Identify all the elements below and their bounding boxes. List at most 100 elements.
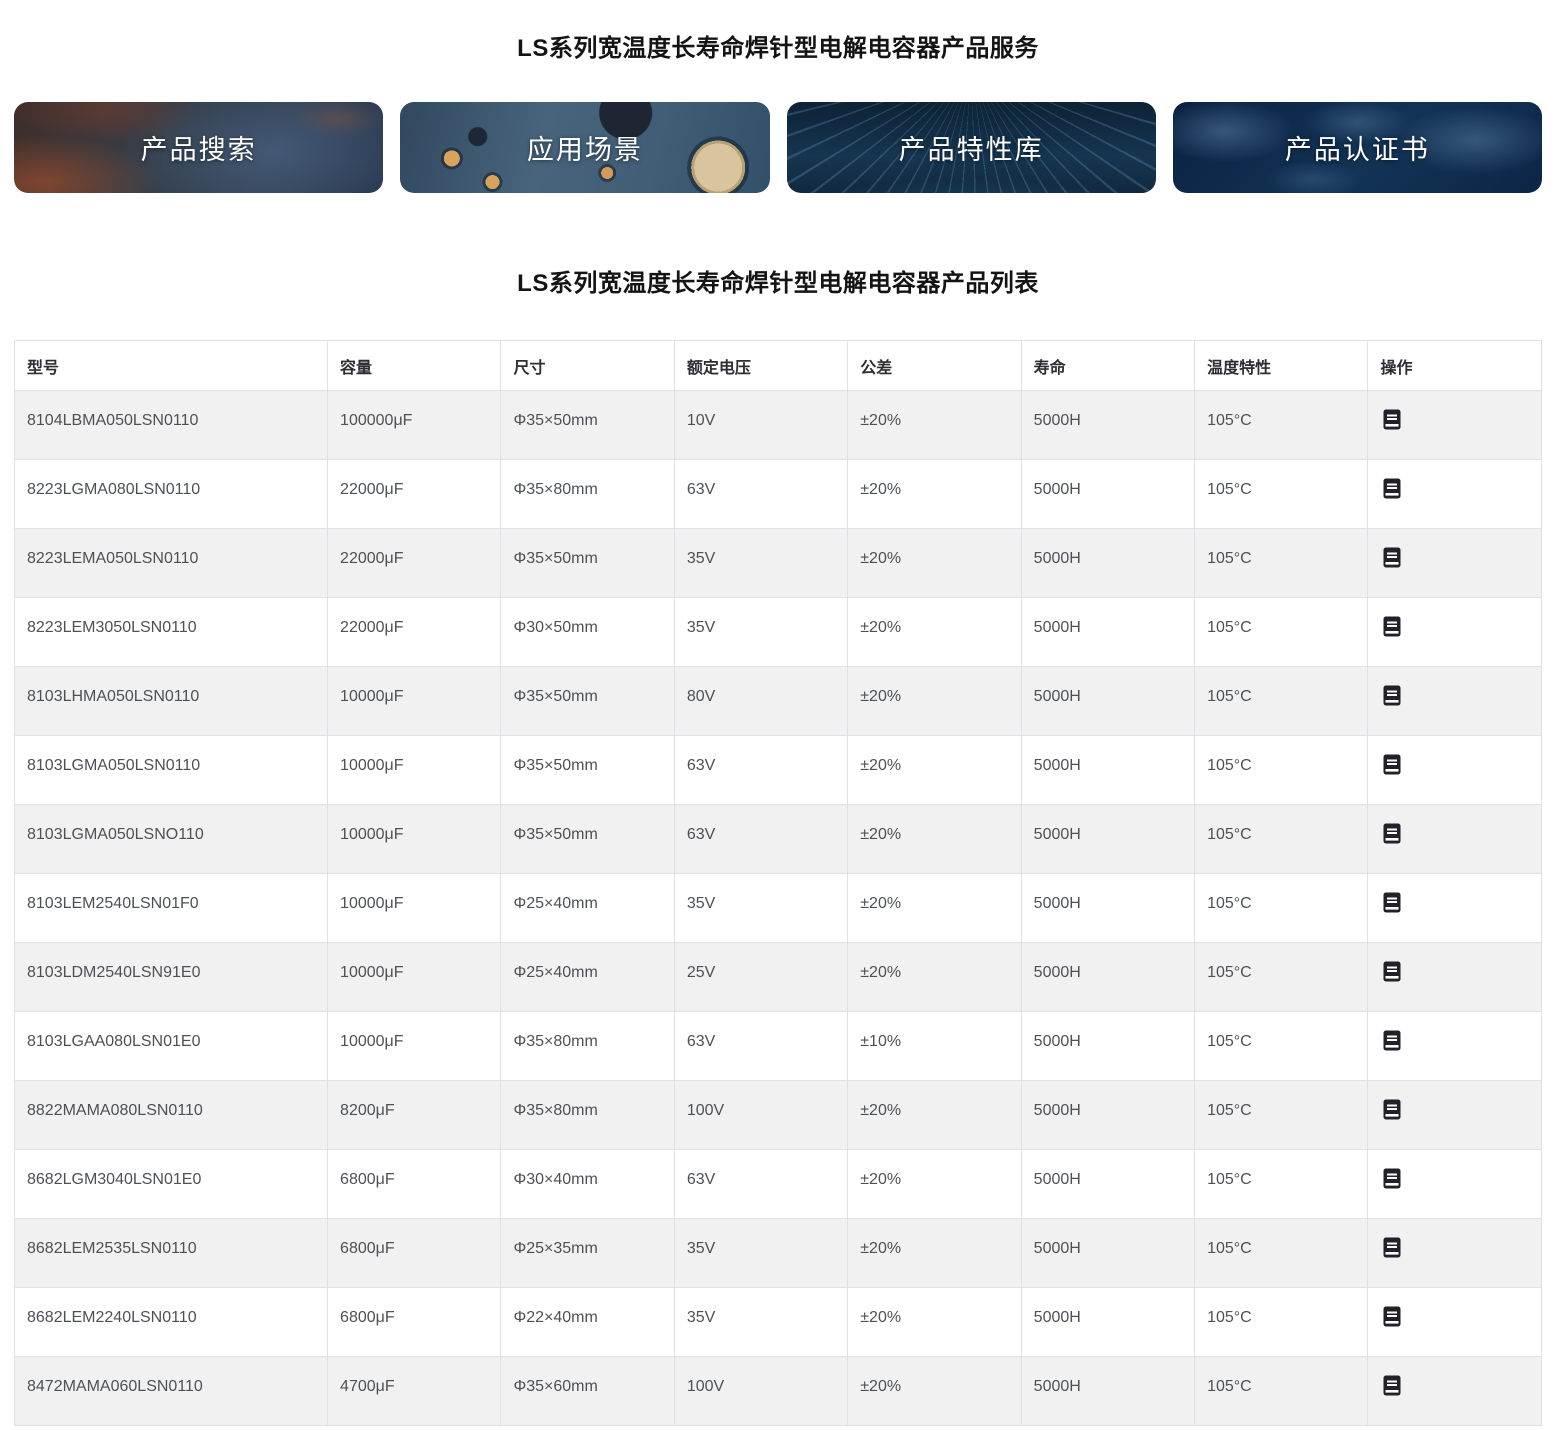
view-datasheet-button[interactable]	[1383, 409, 1401, 430]
table-cell: 8103LDM2540LSN91E0	[15, 943, 328, 1012]
table-cell: 35V	[674, 874, 847, 943]
view-datasheet-button[interactable]	[1383, 1237, 1401, 1258]
book-icon	[1383, 685, 1401, 706]
table-cell: 10000μF	[328, 943, 501, 1012]
table-row: 8682LGM3040LSN01E06800μFΦ30×40mm63V±20%5…	[15, 1150, 1542, 1219]
view-datasheet-button[interactable]	[1383, 1099, 1401, 1120]
table-cell: 35V	[674, 598, 847, 667]
action-cell	[1368, 460, 1542, 529]
table-cell: 105°C	[1195, 805, 1368, 874]
table-cell: 5000H	[1021, 529, 1194, 598]
table-cell: ±20%	[848, 598, 1021, 667]
table-cell: 63V	[674, 805, 847, 874]
table-cell: 25V	[674, 943, 847, 1012]
table-cell: 10000μF	[328, 805, 501, 874]
book-icon	[1383, 892, 1401, 913]
table-cell: 35V	[674, 1219, 847, 1288]
table-cell: 4700μF	[328, 1357, 501, 1426]
table-cell: Φ35×80mm	[501, 460, 674, 529]
table-cell: 63V	[674, 736, 847, 805]
action-cell	[1368, 1081, 1542, 1150]
table-cell: 8223LEMA050LSN0110	[15, 529, 328, 598]
table-cell: 5000H	[1021, 874, 1194, 943]
view-datasheet-button[interactable]	[1383, 961, 1401, 982]
table-row: 8223LGMA080LSN011022000μFΦ35×80mm63V±20%…	[15, 460, 1542, 529]
table-cell: Φ22×40mm	[501, 1288, 674, 1357]
column-header: 容量	[328, 341, 501, 391]
nav-card-label: 应用场景	[527, 128, 643, 167]
view-datasheet-button[interactable]	[1383, 1375, 1401, 1396]
book-icon	[1383, 1099, 1401, 1120]
nav-card-product-search[interactable]: 产品搜索	[14, 102, 383, 193]
nav-card-label: 产品搜索	[141, 128, 257, 167]
table-cell: 5000H	[1021, 1081, 1194, 1150]
table-cell: 10000μF	[328, 736, 501, 805]
table-row: 8104LBMA050LSN0110100000μFΦ35×50mm10V±20…	[15, 391, 1542, 460]
table-cell: 6800μF	[328, 1288, 501, 1357]
table-cell: 5000H	[1021, 1288, 1194, 1357]
table-cell: ±20%	[848, 667, 1021, 736]
table-row: 8103LHMA050LSN011010000μFΦ35×50mm80V±20%…	[15, 667, 1542, 736]
view-datasheet-button[interactable]	[1383, 547, 1401, 568]
view-datasheet-button[interactable]	[1383, 1168, 1401, 1189]
table-cell: 105°C	[1195, 529, 1368, 598]
table-row: 8103LEM2540LSN01F010000μFΦ25×40mm35V±20%…	[15, 874, 1542, 943]
view-datasheet-button[interactable]	[1383, 892, 1401, 913]
nav-card-certificates[interactable]: 产品认证书	[1173, 102, 1542, 193]
table-cell: 6800μF	[328, 1150, 501, 1219]
table-cell: 10000μF	[328, 667, 501, 736]
table-header-row: 型号容量尺寸额定电压公差寿命温度特性操作	[15, 341, 1542, 391]
table-row: 8103LGMA050LSNO11010000μFΦ35×50mm63V±20%…	[15, 805, 1542, 874]
view-datasheet-button[interactable]	[1383, 478, 1401, 499]
table-cell: ±20%	[848, 529, 1021, 598]
view-datasheet-button[interactable]	[1383, 754, 1401, 775]
table-cell: 8223LEM3050LSN0110	[15, 598, 328, 667]
nav-card-application-scene[interactable]: 应用场景	[400, 102, 769, 193]
table-row: 8223LEMA050LSN011022000μFΦ35×50mm35V±20%…	[15, 529, 1542, 598]
table-cell: 100V	[674, 1357, 847, 1426]
table-row: 8223LEM3050LSN011022000μFΦ30×50mm35V±20%…	[15, 598, 1542, 667]
table-cell: Φ25×35mm	[501, 1219, 674, 1288]
book-icon	[1383, 1306, 1401, 1327]
table-row: 8682LEM2535LSN01106800μFΦ25×35mm35V±20%5…	[15, 1219, 1542, 1288]
view-datasheet-button[interactable]	[1383, 1030, 1401, 1051]
table-cell: Φ35×80mm	[501, 1081, 674, 1150]
table-cell: 105°C	[1195, 943, 1368, 1012]
action-cell	[1368, 1012, 1542, 1081]
table-cell: 5000H	[1021, 391, 1194, 460]
table-cell: 8200μF	[328, 1081, 501, 1150]
product-table: 型号容量尺寸额定电压公差寿命温度特性操作 8104LBMA050LSN01101…	[14, 340, 1542, 1426]
view-datasheet-button[interactable]	[1383, 685, 1401, 706]
action-cell	[1368, 736, 1542, 805]
nav-card-row: 产品搜索 应用场景 产品特性库 产品认证书	[14, 102, 1542, 193]
view-datasheet-button[interactable]	[1383, 616, 1401, 637]
table-row: 8472MAMA060LSN01104700μFΦ35×60mm100V±20%…	[15, 1357, 1542, 1426]
table-cell: 35V	[674, 1288, 847, 1357]
table-cell: Φ35×60mm	[501, 1357, 674, 1426]
table-cell: ±20%	[848, 460, 1021, 529]
table-cell: 5000H	[1021, 1150, 1194, 1219]
table-cell: 63V	[674, 1012, 847, 1081]
table-cell: 10000μF	[328, 874, 501, 943]
table-cell: 8682LEM2240LSN0110	[15, 1288, 328, 1357]
table-cell: 10V	[674, 391, 847, 460]
view-datasheet-button[interactable]	[1383, 823, 1401, 844]
table-cell: ±20%	[848, 1288, 1021, 1357]
nav-card-feature-library[interactable]: 产品特性库	[787, 102, 1156, 193]
table-cell: 100V	[674, 1081, 847, 1150]
table-cell: 10000μF	[328, 1012, 501, 1081]
table-cell: 8472MAMA060LSN0110	[15, 1357, 328, 1426]
view-datasheet-button[interactable]	[1383, 1306, 1401, 1327]
table-cell: 5000H	[1021, 1012, 1194, 1081]
table-cell: 105°C	[1195, 1288, 1368, 1357]
table-cell: 105°C	[1195, 1081, 1368, 1150]
book-icon	[1383, 547, 1401, 568]
table-cell: 105°C	[1195, 1357, 1368, 1426]
table-cell: ±20%	[848, 1219, 1021, 1288]
table-cell: 105°C	[1195, 736, 1368, 805]
table-cell: 100000μF	[328, 391, 501, 460]
table-cell: 5000H	[1021, 667, 1194, 736]
table-cell: 105°C	[1195, 1219, 1368, 1288]
table-cell: 8104LBMA050LSN0110	[15, 391, 328, 460]
action-cell	[1368, 1219, 1542, 1288]
